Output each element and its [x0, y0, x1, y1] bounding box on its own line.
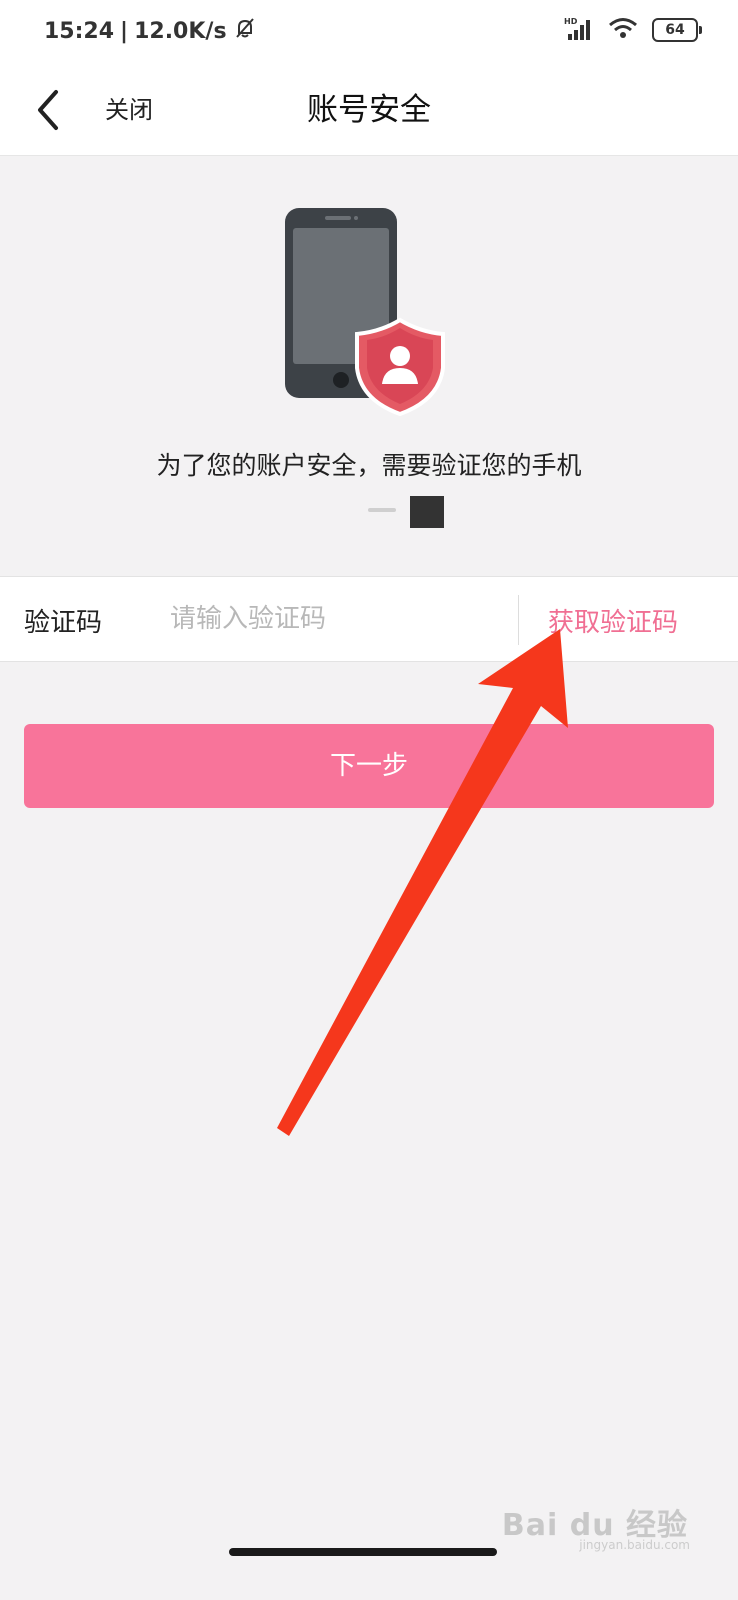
network-speed: 12.0K/s — [134, 18, 227, 44]
status-left: 15:24 | 12.0K/s — [44, 16, 257, 46]
wifi-icon — [608, 16, 638, 44]
phone-shield-illustration — [285, 208, 445, 418]
next-step-button[interactable]: 下一步 — [24, 724, 714, 808]
baidu-watermark-url: jingyan.baidu.com — [579, 1538, 690, 1552]
signal-hd-label: HD — [564, 17, 578, 26]
battery-icon: 64 — [652, 18, 702, 42]
status-separator: | — [120, 18, 129, 44]
mute-bell-icon — [233, 16, 257, 46]
get-code-button[interactable]: 获取验证码 — [548, 602, 678, 639]
clock: 15:24 — [44, 18, 115, 44]
row-divider — [518, 595, 519, 645]
nav-bar: 关闭 账号安全 — [0, 64, 738, 156]
page-title: 账号安全 — [307, 92, 431, 128]
verify-code-row: 验证码 获取验证码 — [0, 576, 738, 662]
security-hero: 为了您的账户安全，需要验证您的手机 — [0, 156, 738, 576]
masked-phone-number — [410, 496, 444, 528]
status-right: HD 64 — [564, 16, 702, 44]
verify-code-label: 验证码 — [24, 608, 103, 638]
masked-phone-fragment — [368, 508, 396, 512]
verify-code-input[interactable] — [170, 595, 490, 643]
status-bar: 15:24 | 12.0K/s HD 64 — [0, 0, 738, 64]
home-indicator[interactable] — [229, 1548, 497, 1556]
signal-icon: HD — [564, 16, 594, 44]
security-description: 为了您的账户安全，需要验证您的手机 — [156, 451, 582, 480]
